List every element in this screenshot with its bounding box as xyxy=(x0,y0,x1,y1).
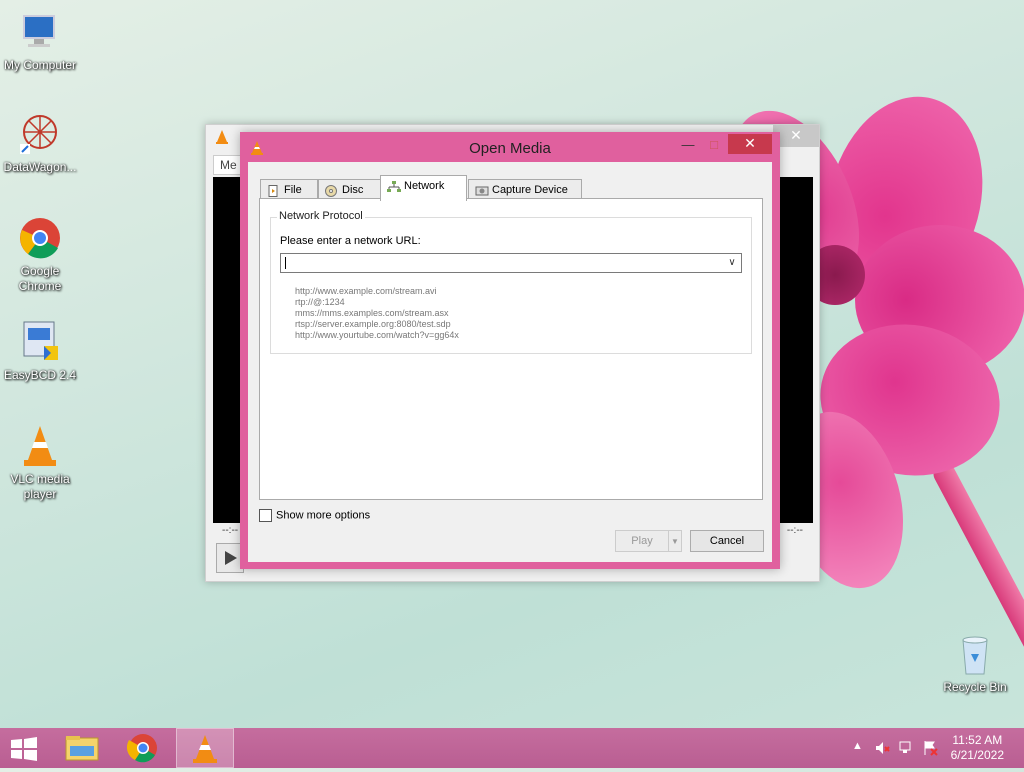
dialog-close-button[interactable]: ✕ xyxy=(728,134,772,154)
tab-disc[interactable]: Disc xyxy=(318,179,382,200)
tab-network[interactable]: Network xyxy=(380,175,467,201)
chevron-down-icon[interactable]: ∨ xyxy=(725,255,739,271)
network-tab-panel: Network Protocol Please enter a network … xyxy=(259,198,763,500)
action-center-flag-icon[interactable] xyxy=(922,740,938,759)
dialog-body: File Disc Network Capture Device Network xyxy=(248,162,772,562)
play-button-label: Play xyxy=(631,535,653,547)
network-icon xyxy=(387,180,401,193)
url-example: http://www.example.com/stream.avi xyxy=(295,286,437,296)
network-url-combobox[interactable]: ∨ xyxy=(280,253,742,273)
tab-capture-device[interactable]: Capture Device xyxy=(468,179,582,200)
tab-label: Capture Device xyxy=(492,184,568,196)
text-caret xyxy=(285,257,286,269)
url-label: Please enter a network URL: xyxy=(280,235,421,247)
tab-label: File xyxy=(284,184,302,196)
vlc-cone-icon xyxy=(18,424,62,468)
tab-label: Network xyxy=(404,180,445,192)
clock-time: 11:52 AM xyxy=(952,733,1003,747)
folder-icon xyxy=(65,736,99,761)
cancel-button-label: Cancel xyxy=(709,535,745,547)
cancel-button[interactable]: Cancel xyxy=(690,530,764,552)
chrome-icon xyxy=(18,216,62,260)
desktop-icon-label: Recycle Bin xyxy=(943,680,1007,694)
network-url-input[interactable] xyxy=(281,254,719,270)
show-more-options-label: Show more options xyxy=(276,509,371,522)
computer-icon xyxy=(18,10,62,54)
network-protocol-group: Network Protocol Please enter a network … xyxy=(270,210,752,354)
url-example: rtp://@:1234 xyxy=(295,297,345,307)
desktop-icon-label: My Computer xyxy=(3,58,77,72)
tab-file[interactable]: File xyxy=(260,179,318,200)
volume-muted-icon[interactable] xyxy=(874,740,890,759)
desktop-icon-my-computer[interactable]: My Computer xyxy=(0,10,80,73)
show-hidden-icons-button[interactable]: ▲ xyxy=(852,740,863,752)
chevron-down-icon: ▼ xyxy=(671,537,679,546)
vlc-time-elapsed: --:-- xyxy=(222,525,239,536)
easybcd-icon xyxy=(18,320,62,364)
url-example: rtsp://server.example.org:8080/test.sdp xyxy=(295,319,451,329)
desktop-icon-datawagon[interactable]: DataWagon... xyxy=(0,112,80,175)
clock-date: 6/21/2022 xyxy=(950,748,1004,762)
desktop-icon-label: VLC media player xyxy=(10,472,70,501)
capture-device-icon xyxy=(475,184,489,196)
maximize-button[interactable]: □ xyxy=(700,136,728,156)
tab-label: Disc xyxy=(342,184,364,196)
desktop-icon-easybcd[interactable]: EasyBCD 2.4 xyxy=(0,320,80,383)
url-example: mms://mms.examples.com/stream.asx xyxy=(295,308,449,318)
windows-logo-icon xyxy=(11,737,37,761)
taskbar-clock[interactable]: 11:52 AM 6/21/2022 xyxy=(951,733,1004,763)
recycle-bin-icon xyxy=(953,632,997,676)
taskbar-vlc[interactable] xyxy=(176,728,234,768)
vlc-cone-icon xyxy=(193,735,217,763)
vlc-time-total: --:-- xyxy=(786,525,803,536)
show-more-options-checkbox[interactable] xyxy=(259,509,272,522)
desktop-icon-label: DataWagon... xyxy=(3,160,77,174)
desktop-icon-label: Google Chrome xyxy=(18,264,62,293)
desktop-icon-vlc[interactable]: VLC media player xyxy=(0,424,80,502)
url-examples: http://www.example.com/stream.avi rtp://… xyxy=(295,286,459,341)
desktop-icon-label: EasyBCD 2.4 xyxy=(3,368,77,382)
minimize-button[interactable]: — xyxy=(674,136,702,156)
datawagon-icon xyxy=(18,112,62,156)
url-example: http://www.yourtube.com/watch?v=gg64x xyxy=(295,330,459,340)
taskbar-file-explorer[interactable] xyxy=(54,728,110,768)
network-status-icon[interactable] xyxy=(898,740,914,759)
vlc-window-icon xyxy=(214,129,230,148)
taskbar: ▲ 11:52 AM 6/21/2022 xyxy=(0,728,1024,768)
chrome-icon xyxy=(126,734,157,763)
maximize-icon: □ xyxy=(710,137,718,152)
disc-icon xyxy=(325,184,339,198)
open-media-dialog[interactable]: Open Media — □ ✕ File Disc Network Captu… xyxy=(240,132,780,569)
desktop-icon-recycle-bin[interactable]: Recycle Bin xyxy=(935,632,1015,695)
close-icon: ✕ xyxy=(744,135,756,151)
file-icon xyxy=(267,184,281,198)
group-label: Network Protocol xyxy=(277,210,365,222)
start-button[interactable] xyxy=(10,737,38,761)
minimize-icon: — xyxy=(681,137,695,152)
play-button[interactable]: Play xyxy=(615,530,669,552)
show-more-options[interactable]: Show more options xyxy=(259,509,370,522)
play-dropdown-button[interactable]: ▼ xyxy=(668,530,682,552)
desktop-icon-google-chrome[interactable]: Google Chrome xyxy=(0,216,80,294)
taskbar-chrome[interactable] xyxy=(115,728,171,768)
